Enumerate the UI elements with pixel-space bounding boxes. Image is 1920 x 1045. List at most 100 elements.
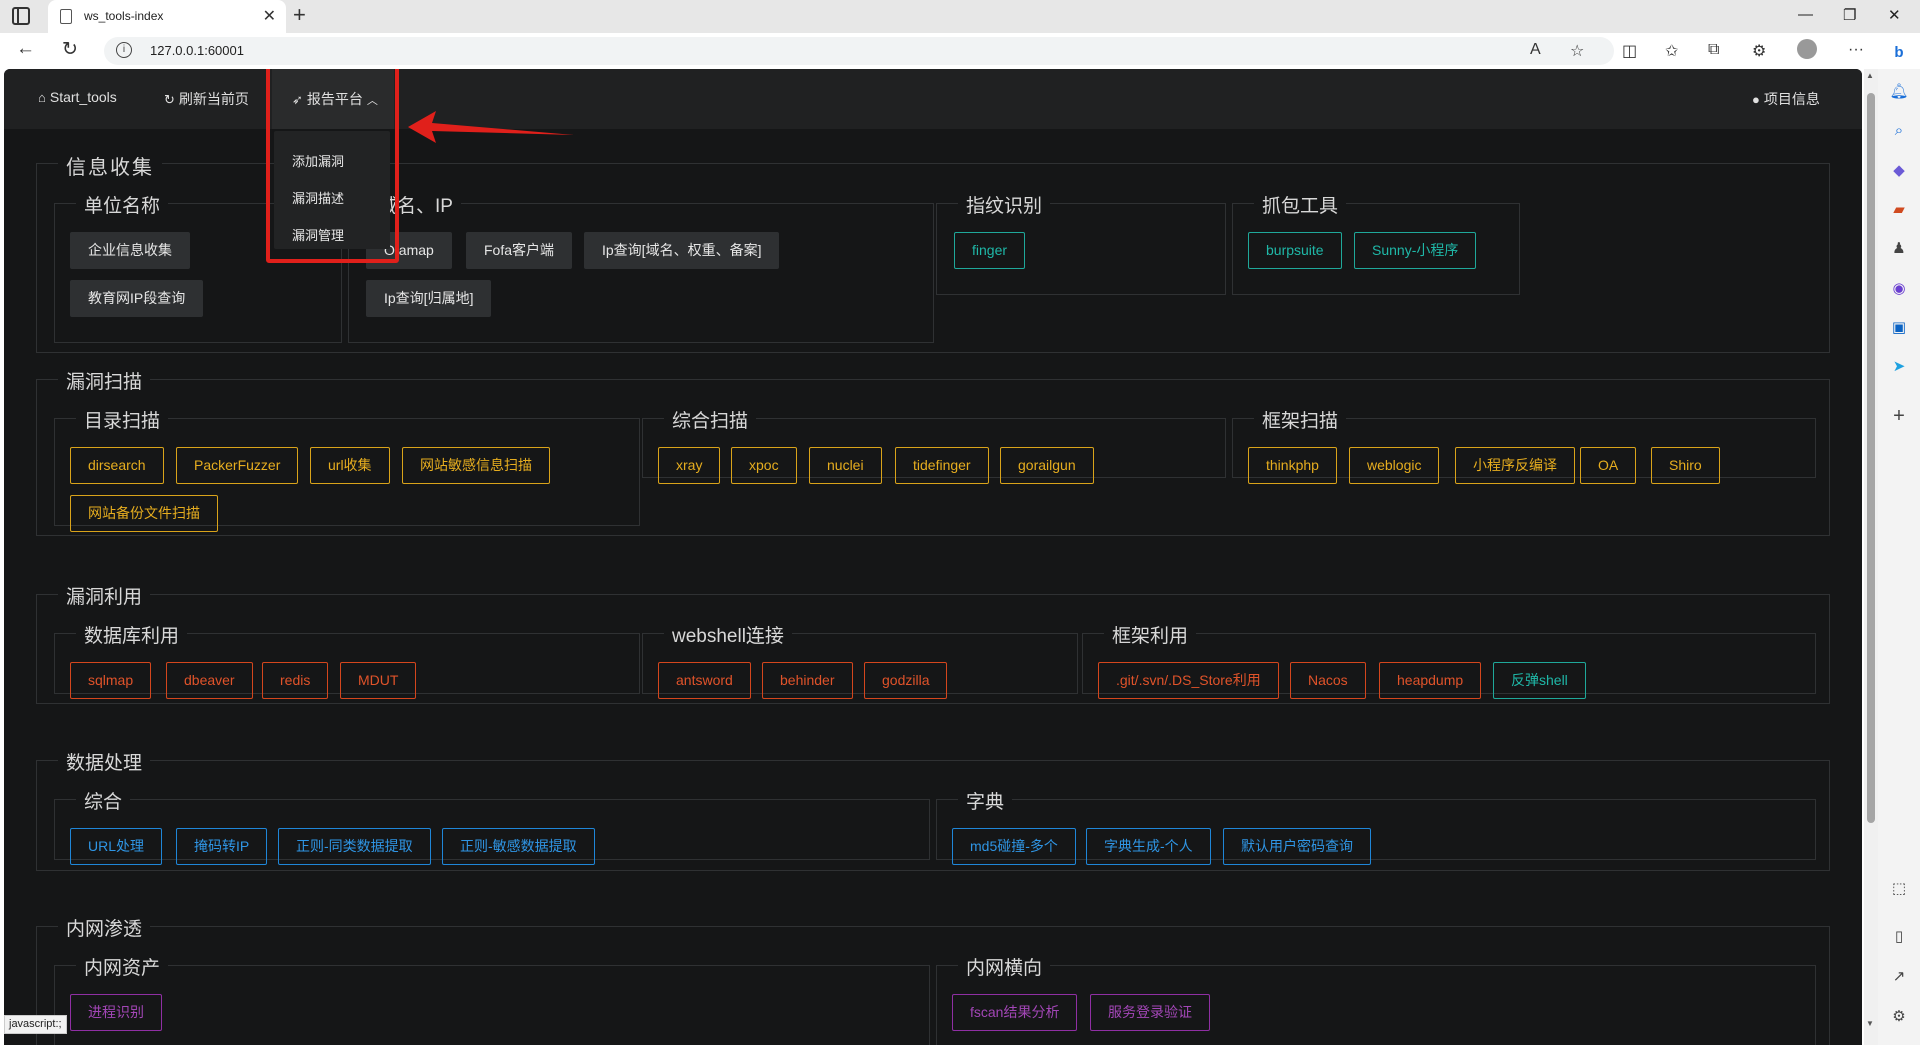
tool-button[interactable]: 掩码转IP xyxy=(176,828,268,865)
scroll-down-icon[interactable]: ▼ xyxy=(1866,1019,1874,1028)
search-icon[interactable]: ⌕ xyxy=(1889,121,1909,141)
tool-button[interactable]: OA xyxy=(1580,447,1637,484)
tool-button[interactable]: 小程序反编译 xyxy=(1455,447,1575,484)
scroll-thumb[interactable] xyxy=(1867,93,1875,823)
settings-gear-icon[interactable]: ⚙ xyxy=(1889,1007,1909,1027)
tool-button[interactable]: redis xyxy=(262,662,329,699)
tool-button[interactable]: godzilla xyxy=(864,662,948,699)
tool-button[interactable]: weblogic xyxy=(1349,447,1440,484)
outlook-icon[interactable]: ▣ xyxy=(1889,318,1909,338)
tool-button[interactable]: Ip查询[域名、权重、备案] xyxy=(584,232,780,269)
tool-button[interactable]: tidefinger xyxy=(895,447,989,484)
nav-project-info[interactable]: ● 项目信息 xyxy=(1752,89,1820,109)
tool-button[interactable]: dirsearch xyxy=(70,447,164,484)
section-title: 数据处理 xyxy=(58,748,151,775)
tool-button[interactable]: 教育网IP段查询 xyxy=(70,280,204,317)
tool-button[interactable]: Nacos xyxy=(1290,662,1366,699)
tool-button[interactable]: 字典生成-个人 xyxy=(1086,828,1211,865)
browser-tab-bar: ws_tools-index ✕ + — ❐ ✕ xyxy=(0,0,1920,33)
info-icon[interactable]: i xyxy=(116,42,132,58)
tool-button[interactable]: burpsuite xyxy=(1248,232,1342,269)
group-title: webshell连接 xyxy=(664,621,792,648)
sidebar-toggle-icon[interactable]: ▯ xyxy=(1889,927,1909,947)
tool-button[interactable]: finger xyxy=(954,232,1026,269)
section-title: 漏洞利用 xyxy=(58,582,151,609)
favorites-icon[interactable]: ✩ xyxy=(1665,41,1678,61)
section-title: 内网渗透 xyxy=(58,914,151,941)
tool-button[interactable]: Shiro xyxy=(1651,447,1720,484)
read-aloud-icon[interactable]: A xyxy=(1530,41,1541,59)
tool-button[interactable]: Ip查询[归属地] xyxy=(366,280,492,317)
tool-button[interactable]: dbeaver xyxy=(166,662,253,699)
tool-button[interactable]: Sunny-小程序 xyxy=(1354,232,1477,269)
red-arrow-annotation xyxy=(408,111,574,143)
tool-button[interactable]: heapdump xyxy=(1379,662,1482,699)
group-title: 内网横向 xyxy=(958,953,1051,980)
tool-button[interactable]: 网站敏感信息扫描 xyxy=(402,447,550,484)
bell-icon[interactable]: 🔔︎ xyxy=(1889,82,1909,102)
page-scrollbar[interactable]: ▲ ▼ xyxy=(1864,69,1878,1045)
close-window-icon[interactable]: ✕ xyxy=(1888,6,1901,24)
refresh-icon[interactable]: ↻ xyxy=(62,38,78,61)
section-title: 漏洞扫描 xyxy=(58,367,151,394)
external-link-icon[interactable]: ↗ xyxy=(1889,967,1909,987)
profile-avatar[interactable] xyxy=(1797,39,1817,59)
nav-start-tools[interactable]: ⌂ Start_tools xyxy=(38,89,117,105)
office-icon[interactable]: ◉ xyxy=(1889,279,1909,299)
refresh-icon: ↻ xyxy=(164,92,175,107)
restore-icon[interactable]: ❐ xyxy=(1843,6,1856,24)
tool-button[interactable]: 企业信息收集 xyxy=(70,232,190,269)
tool-button[interactable]: nuclei xyxy=(809,447,882,484)
tool-button[interactable]: sqlmap xyxy=(70,662,152,699)
tab-actions-icon[interactable] xyxy=(12,7,30,25)
nav-refresh-label: 刷新当前页 xyxy=(178,91,249,107)
send-icon[interactable]: ➤ xyxy=(1889,357,1909,377)
tool-button[interactable]: 反弹shell xyxy=(1493,662,1586,699)
group-title: 数据库利用 xyxy=(76,621,188,648)
more-menu-icon[interactable]: ··· xyxy=(1848,41,1864,59)
tool-button[interactable]: 默认用户密码查询 xyxy=(1223,828,1371,865)
collections-icon[interactable]: ⧉ xyxy=(1708,41,1719,59)
tool-button[interactable]: 进程识别 xyxy=(70,994,162,1031)
minimize-icon[interactable]: — xyxy=(1798,6,1813,23)
tool-button[interactable]: .git/.svn/.DS_Store利用 xyxy=(1098,662,1279,699)
home-icon: ⌂ xyxy=(38,90,46,105)
tool-button[interactable]: URL处理 xyxy=(70,828,163,865)
tool-button[interactable]: xpoc xyxy=(731,447,797,484)
close-tab-icon[interactable]: ✕ xyxy=(263,6,276,26)
nav-refresh[interactable]: ↻ 刷新当前页 xyxy=(164,89,249,109)
split-screen-icon[interactable]: ◫ xyxy=(1622,41,1637,61)
tool-button[interactable]: behinder xyxy=(762,662,853,699)
tool-button[interactable]: antsword xyxy=(658,662,751,699)
extensions-icon[interactable]: ⚙ xyxy=(1752,41,1766,61)
tool-button[interactable]: 服务登录验证 xyxy=(1090,994,1210,1031)
tool-button[interactable]: 正则-敏感数据提取 xyxy=(442,828,595,865)
scroll-up-icon[interactable]: ▲ xyxy=(1866,71,1874,80)
tool-button[interactable]: md5碰撞-多个 xyxy=(952,828,1076,865)
tool-button[interactable]: url收集 xyxy=(310,447,390,484)
tool-button[interactable]: 网站备份文件扫描 xyxy=(70,495,218,532)
tool-button[interactable]: PackerFuzzer xyxy=(176,447,299,484)
browser-tab[interactable]: ws_tools-index ✕ xyxy=(48,0,286,33)
new-tab-icon[interactable]: + xyxy=(293,2,306,28)
group-title: 单位名称 xyxy=(76,191,169,218)
tools-icon[interactable]: ▰ xyxy=(1889,200,1909,220)
tool-button[interactable]: xray xyxy=(658,447,721,484)
tool-button[interactable]: fscan结果分析 xyxy=(952,994,1078,1031)
copilot-icon[interactable]: b xyxy=(1889,43,1909,63)
screenshot-icon[interactable]: ⬚ xyxy=(1889,879,1909,899)
tool-button[interactable]: MDUT xyxy=(340,662,417,699)
group-title: 目录扫描 xyxy=(76,406,169,433)
tool-button[interactable]: 正则-同类数据提取 xyxy=(278,828,431,865)
nav-project-info-label: 项目信息 xyxy=(1763,91,1820,107)
group-title: 指纹识别 xyxy=(958,191,1051,218)
tool-button[interactable]: Fofa客户端 xyxy=(466,232,573,269)
tool-button[interactable]: gorailgun xyxy=(1000,447,1094,484)
shopping-tag-icon[interactable]: ◆ xyxy=(1889,161,1909,181)
tool-button[interactable]: thinkphp xyxy=(1248,447,1337,484)
back-icon[interactable]: ← xyxy=(16,38,35,60)
games-icon[interactable]: ♟ xyxy=(1889,239,1909,259)
favorite-star-icon[interactable]: ☆ xyxy=(1570,41,1584,61)
url-field[interactable]: i 127.0.0.1:60001 xyxy=(104,37,1614,65)
add-sidebar-icon[interactable]: + xyxy=(1889,406,1909,426)
